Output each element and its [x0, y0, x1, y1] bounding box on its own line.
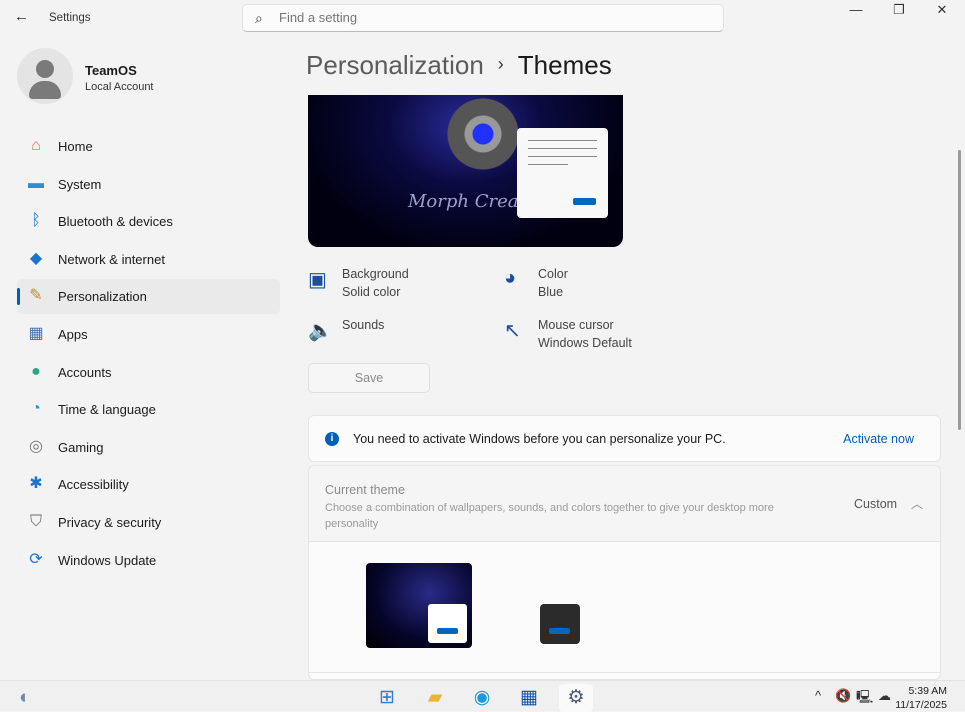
sidebar-item-label: Network & internet: [58, 251, 165, 267]
current-theme-description: Choose a combination of wallpapers, soun…: [325, 502, 774, 530]
time-language-icon: ◔: [31, 400, 41, 418]
cursor-icon: ↖: [504, 320, 521, 342]
breadcrumb-parent[interactable]: Personalization: [306, 50, 484, 80]
background-setting[interactable]: ▣ Background Solid color: [308, 267, 488, 307]
cloud-off-icon[interactable]: ☁: [878, 688, 891, 704]
store-icon[interactable]: ▦: [512, 684, 546, 712]
theme-preview: Morph Creation 2025: [308, 95, 623, 247]
sidebar-item-privacy-security[interactable]: ⛉ Privacy & security: [17, 505, 280, 540]
maximize-button[interactable]: ❐: [879, 2, 919, 22]
date: 11/17/2025: [895, 699, 947, 711]
time: 5:39 AM: [908, 685, 947, 697]
sidebar-item-windows-update[interactable]: ⟳ Windows Update: [17, 543, 280, 578]
sidebar-item-label: Windows Update: [58, 552, 157, 568]
mouse-cursor-setting[interactable]: ↖ Mouse cursor Windows Default: [504, 318, 684, 358]
sidebar-item-personalization[interactable]: ✎ Personalization: [17, 279, 280, 315]
windows-update-icon: ⟳: [29, 550, 43, 568]
activate-now-link[interactable]: Activate now: [843, 432, 914, 446]
chevron-right-icon: ›: [497, 54, 504, 74]
gaming-icon: ◎: [29, 437, 43, 455]
sidebar-item-system[interactable]: ▬ System: [17, 167, 280, 202]
account-type: Local Account: [85, 81, 154, 93]
weather-icon[interactable]: ◐: [8, 684, 42, 712]
network-icon[interactable]: 🖳: [856, 688, 873, 710]
accounts-icon: ●: [31, 362, 41, 380]
settings-icon[interactable]: ⚙: [559, 684, 593, 712]
sidebar-item-label: Accessibility: [58, 477, 129, 493]
current-theme-header[interactable]: Current theme Choose a combination of wa…: [309, 466, 940, 542]
sidebar-item-accessibility[interactable]: ✱ Accessibility: [17, 467, 280, 502]
sidebar-item-home[interactable]: ⌂ Home: [17, 129, 280, 164]
volume-muted-icon[interactable]: 🔇: [835, 688, 851, 704]
app-title: Settings: [49, 12, 91, 24]
sidebar-item-label: Home: [58, 139, 93, 154]
file-explorer-icon[interactable]: ▰: [418, 684, 452, 712]
sidebar-item-label: Time & language: [58, 402, 156, 418]
taskbar: ◐ ⊞ ▰ ◉ ▦ ⚙ ^ 🔇 🖳 ☁ 5:39 AM 11/17/2025: [0, 680, 965, 712]
sidebar-item-label: Apps: [58, 327, 88, 342]
bluetooth-devices-icon: ᛒ: [31, 212, 41, 230]
palette-icon: ◕: [504, 267, 517, 289]
window-preview: [517, 128, 608, 218]
sidebar-item-time-language[interactable]: ◔ Time & language: [17, 392, 280, 427]
sidebar-item-label: System: [58, 176, 102, 192]
user-name: TeamOS: [85, 63, 137, 78]
image-icon: ▣: [308, 269, 327, 291]
back-arrow-icon[interactable]: ←: [14, 8, 34, 28]
sidebar-item-label: Gaming: [58, 439, 104, 455]
sidebar-item-network-internet[interactable]: ◆ Network & internet: [17, 242, 280, 277]
sidebar-item-label: Privacy & security: [58, 515, 162, 530]
speaker-icon: 🔈: [308, 320, 333, 342]
breadcrumb: Personalization › Themes: [306, 50, 612, 81]
network-internet-icon: ◆: [29, 249, 43, 267]
edge-icon[interactable]: ◉: [465, 684, 499, 712]
search-icon: ⌕: [255, 10, 263, 26]
minimize-button[interactable]: —: [836, 2, 876, 22]
scrollbar[interactable]: [958, 150, 961, 430]
sidebar-item-apps[interactable]: ▦ Apps: [17, 317, 280, 352]
info-icon: i: [325, 432, 339, 446]
save-button[interactable]: Save: [308, 363, 430, 393]
clock[interactable]: 5:39 AM 11/17/2025: [895, 684, 947, 712]
sidebar-item-accounts[interactable]: ● Accounts: [17, 355, 280, 390]
color-setting[interactable]: ◕ Color Blue: [504, 267, 684, 307]
sidebar-item-label: Bluetooth & devices: [58, 214, 173, 230]
sidebar-item-label: Accounts: [58, 364, 112, 380]
sidebar-item-bluetooth-devices[interactable]: ᛒ Bluetooth & devices: [17, 204, 280, 239]
home-icon: ⌂: [31, 137, 41, 154]
privacy-security-icon: ⛉: [29, 513, 42, 530]
dark-theme-thumbnail[interactable]: [540, 604, 580, 644]
sidebar-item-gaming[interactable]: ◎ Gaming: [17, 430, 280, 465]
page-title: Themes: [517, 50, 612, 80]
tray-chevron-icon[interactable]: ^: [815, 688, 821, 703]
current-theme-value: Custom: [854, 497, 898, 511]
system-icon: ▬: [28, 174, 44, 192]
accessibility-icon: ✱: [29, 475, 43, 493]
search-box[interactable]: ⌕: [242, 4, 724, 32]
custom-theme-thumbnail[interactable]: [366, 563, 472, 648]
search-input[interactable]: [279, 10, 679, 25]
sounds-setting[interactable]: 🔈 Sounds: [308, 318, 488, 358]
avatar[interactable]: [17, 48, 73, 104]
activation-message: You need to activate Windows before you …: [353, 432, 726, 446]
activation-banner: i You need to activate Windows before yo…: [308, 415, 941, 462]
current-theme-card: Current theme Choose a combination of wa…: [308, 465, 941, 680]
title-bar: ← Settings ⌕ — ❐ ✕: [0, 0, 965, 36]
apps-icon: ▦: [28, 325, 44, 342]
sidebar-item-label: Personalization: [58, 289, 147, 305]
personalization-icon: ✎: [29, 287, 43, 305]
chevron-up-icon[interactable]: ︿: [911, 495, 923, 512]
current-theme-title: Current theme: [325, 483, 405, 497]
start-icon[interactable]: ⊞: [370, 684, 404, 712]
close-button[interactable]: ✕: [922, 2, 962, 22]
